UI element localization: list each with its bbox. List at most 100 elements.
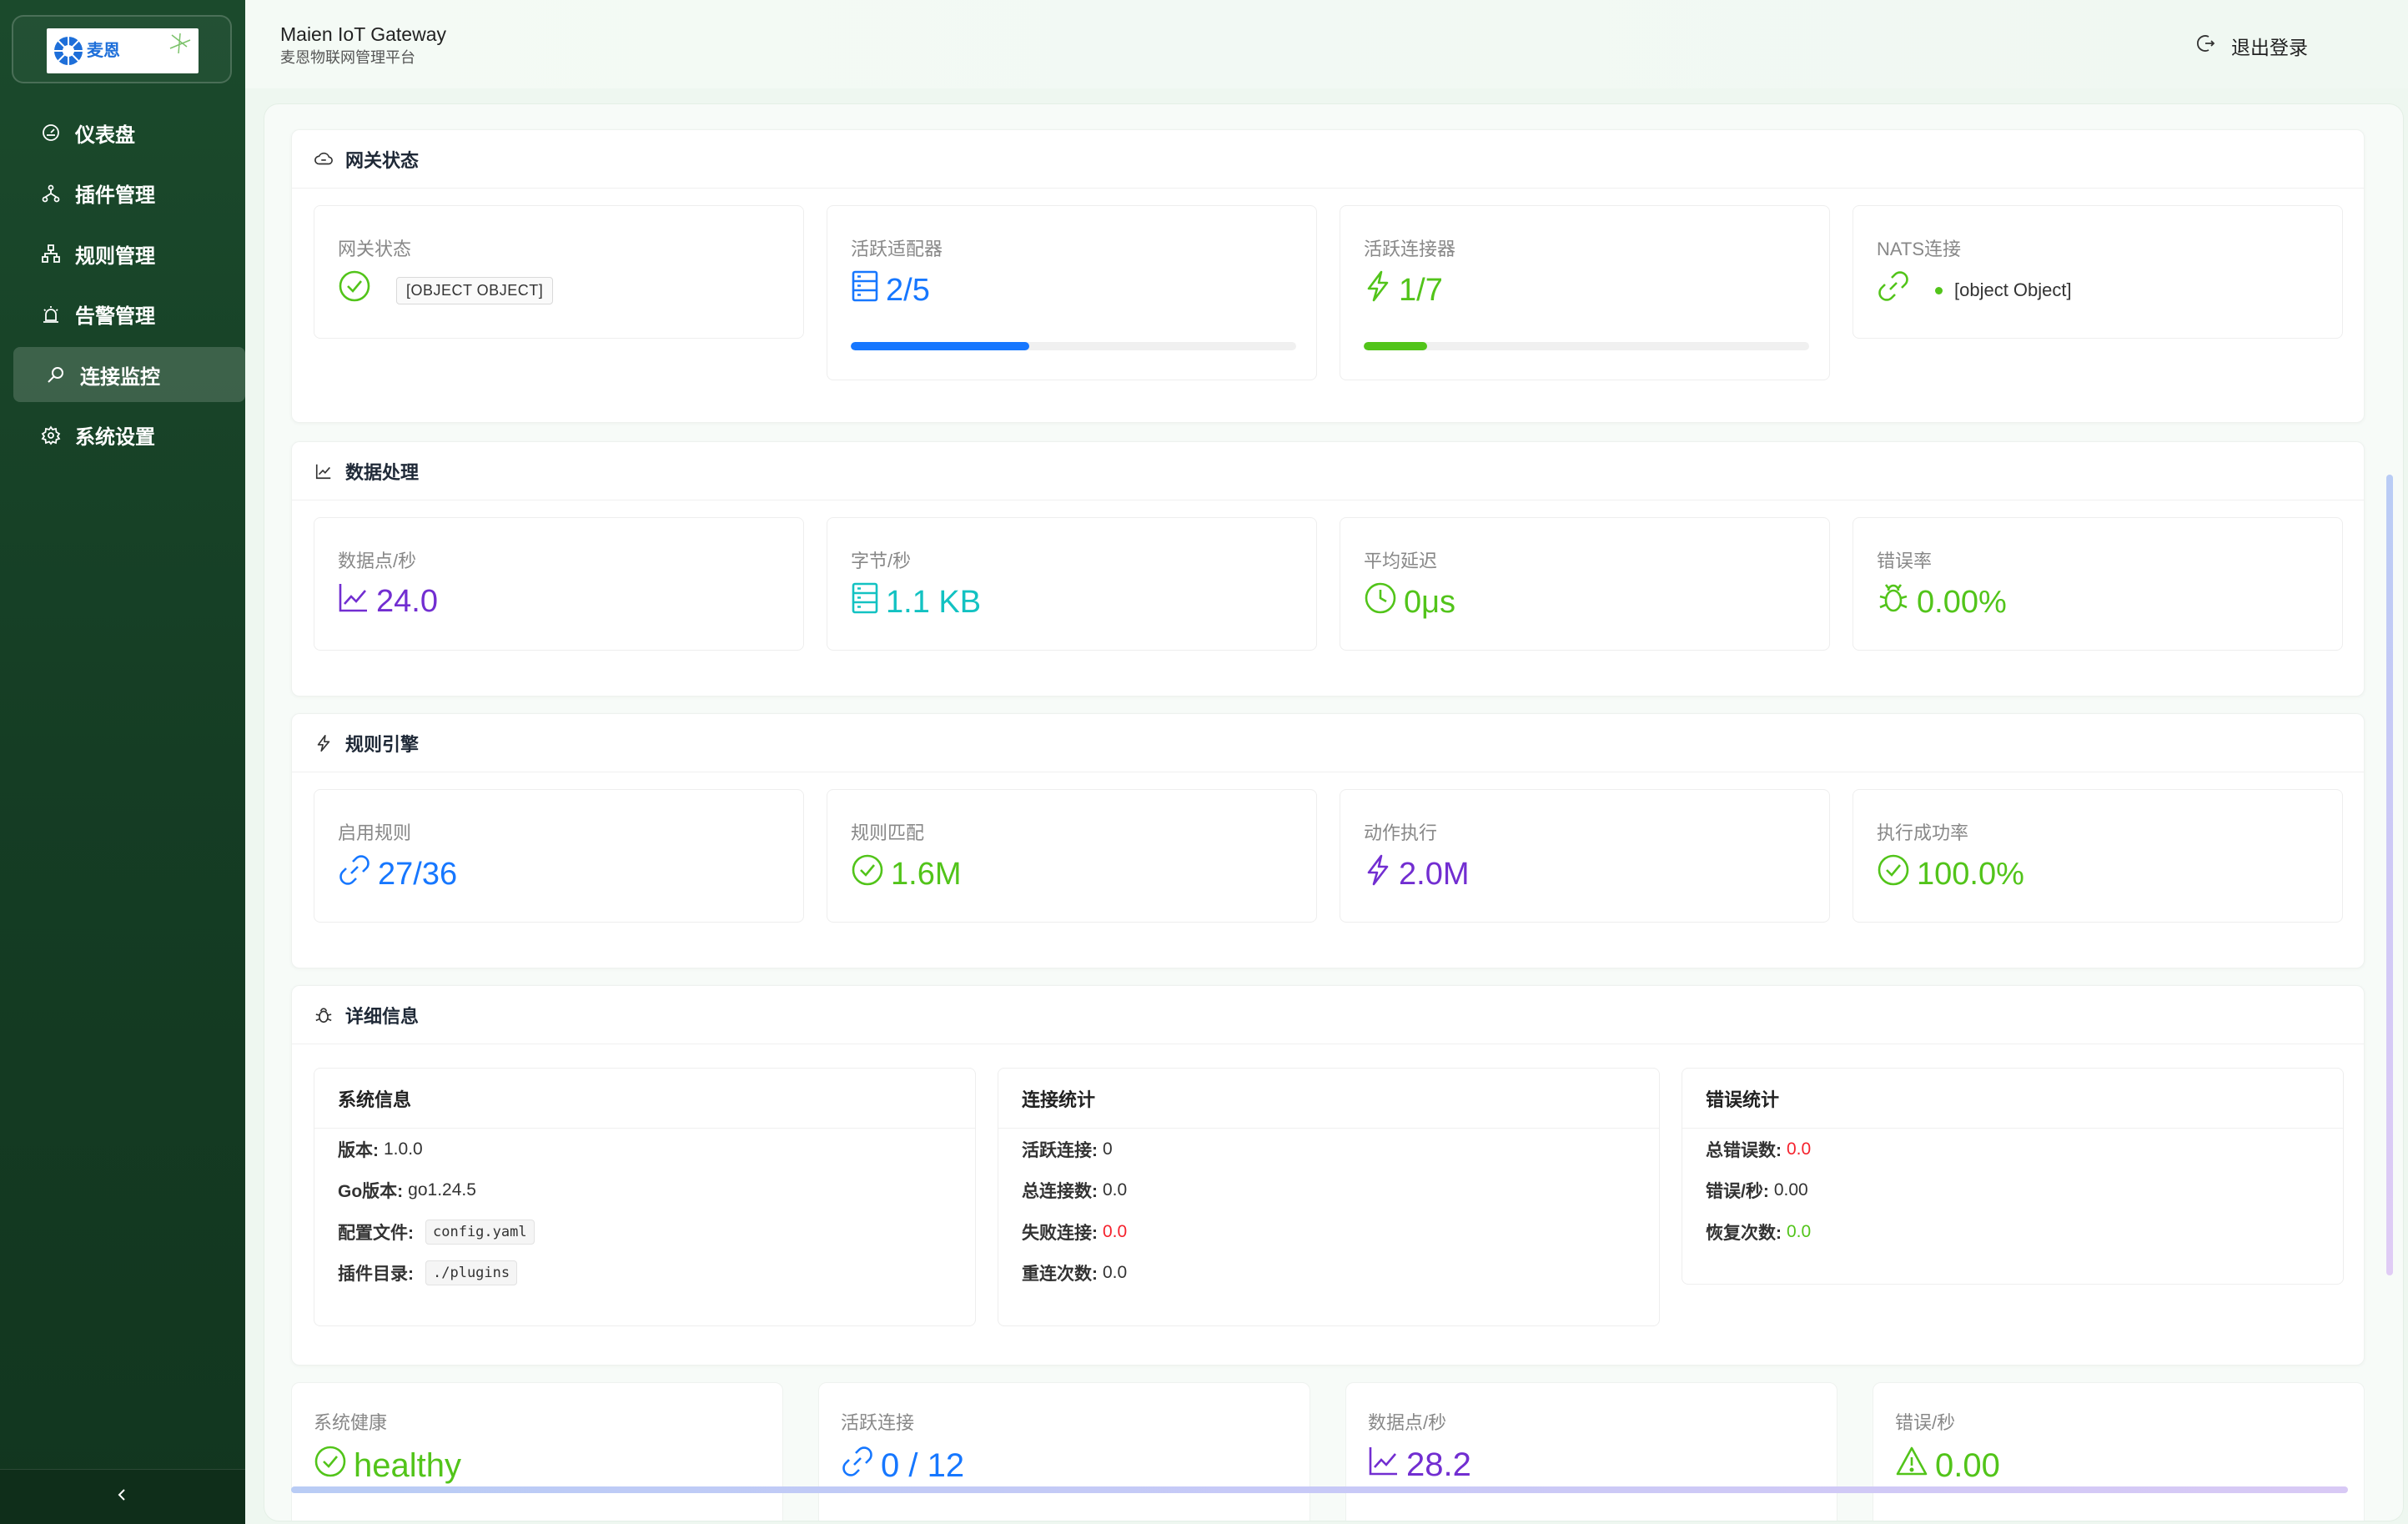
progress-fill [1364, 342, 1427, 350]
brand-logo: 麦恩 [47, 28, 199, 73]
stat-number: 24.0 [376, 583, 438, 619]
sidebar-item-settings[interactable]: 系统设置 [13, 408, 245, 463]
stat-label: 活跃适配器 [851, 239, 943, 259]
dashboard-icon [40, 122, 62, 143]
stat-datapoints-per-sec: 数据点/秒 24.0 [314, 517, 804, 651]
sidebar-item-label: 告警管理 [75, 305, 155, 328]
total-connections-row: 总连接数: 0.0 [1022, 1180, 1128, 1202]
horizontal-scrollbar[interactable] [291, 1486, 2348, 1493]
stat-label: 数据点/秒 [338, 551, 417, 571]
stat-nats-connection: NATS连接 [object Object] [1853, 205, 2343, 339]
thunderbolt-icon [314, 733, 334, 753]
app-subtitle: 麦恩物联网管理平台 [280, 49, 415, 66]
stat-value: 1.1 KB [851, 581, 981, 623]
stat-avg-latency: 平均延迟 0μs [1340, 517, 1830, 651]
sidebar-item-rules[interactable]: 规则管理 [13, 226, 245, 281]
logo-text: 麦恩 [87, 42, 120, 60]
sidebar-item-alerts[interactable]: 告警管理 [13, 287, 245, 342]
stat-label: 动作执行 [1364, 822, 1438, 843]
line-chart-icon [314, 461, 334, 481]
stat-number: 1/7 [1399, 272, 1443, 308]
stat-value: 2/5 [851, 269, 930, 311]
sidebar-item-label: 系统设置 [75, 426, 155, 449]
go-version-value: go1.24.5 [408, 1180, 476, 1200]
stat-number: 27/36 [378, 856, 458, 892]
sidebar-item-label: 插件管理 [75, 184, 155, 207]
bug-icon [1877, 581, 1917, 623]
sidebar-collapse-button[interactable] [0, 1469, 245, 1524]
sidebar-item-label: 连接监控 [80, 365, 160, 389]
stat-label: 活跃连接器 [1364, 239, 1456, 259]
stat-value: 0.00 [1895, 1445, 2000, 1486]
stat-active-adapters: 活跃适配器 2/5 [827, 205, 1317, 380]
panel-title: 系统信息 [314, 1069, 975, 1129]
sidebar-item-label: 仪表盘 [75, 123, 135, 147]
error-stats-panel: 错误统计 总错误数: 0.0 错误/秒: 0.00 恢复次数: 0.0 [1682, 1068, 2344, 1285]
connection-stats-panel: 连接统计 活跃连接: 0 总连接数: 0.0 失败连接: 0.0 重连次数: 0.0 [998, 1068, 1660, 1326]
monitor-search-icon [45, 364, 67, 385]
link-icon [338, 853, 378, 895]
stat-active-connectors: 活跃连接器 1/7 [1340, 205, 1830, 380]
check-circle-icon [1877, 853, 1917, 895]
summary-datapoints-per-sec: 数据点/秒 28.2 [1345, 1382, 1837, 1521]
panel-title: 连接统计 [998, 1069, 1659, 1129]
logout-button[interactable]: 退出登录 [2196, 32, 2308, 60]
stat-label: 系统健康 [314, 1412, 388, 1433]
plugin-dir-row: 插件目录: ./plugins [314, 1253, 975, 1295]
stat-value: 24.0 [338, 581, 438, 621]
recovery-count-row: 恢复次数: 0.0 [1706, 1221, 1812, 1243]
connectors-progress-bar [1364, 342, 1809, 350]
total-errors-row: 总错误数: 0.0 [1706, 1139, 1812, 1160]
active-connections-row: 活跃连接: 0 [1022, 1139, 1113, 1160]
check-circle-icon [314, 1445, 354, 1486]
logo-container[interactable]: 麦恩 [12, 15, 232, 83]
nats-status-text: [object Object] [1954, 279, 2072, 300]
sidebar-item-dashboard[interactable]: 仪表盘 [13, 105, 245, 160]
stat-number: 1.1 KB [886, 584, 982, 620]
summary-system-health: 系统健康 healthy [291, 1382, 783, 1521]
adapters-progress-bar [851, 342, 1296, 350]
failed-connections-value: 0.0 [1103, 1221, 1128, 1241]
logout-icon [2196, 33, 2231, 58]
stat-bytes-per-sec: 字节/秒 1.1 KB [827, 517, 1317, 651]
data-processing-card: 数据处理 数据点/秒 24.0 字节/秒 1.1 KB 平均延迟 0μs 错误率… [291, 441, 2365, 697]
line-chart-icon [1368, 1445, 1406, 1485]
thunderbolt-icon [1364, 269, 1399, 311]
card-header: 数据处理 [292, 442, 2364, 500]
errors-per-sec-value: 0.00 [1773, 1180, 1808, 1200]
vertical-scrollbar[interactable] [2386, 475, 2393, 1275]
thunderbolt-icon [1364, 853, 1399, 895]
chevron-left-icon [115, 1487, 130, 1506]
cloud-server-icon [314, 149, 334, 169]
top-header: Maien IoT Gateway 麦恩物联网管理平台 退出登录 [245, 0, 2408, 88]
status-dot [1935, 286, 1943, 294]
reconnect-count-value: 0.0 [1103, 1263, 1128, 1283]
stat-error-rate: 错误率 0.00% [1853, 517, 2343, 651]
stat-value: 0μs [1364, 581, 1455, 623]
sidebar-item-connection-monitor[interactable]: 连接监控 [13, 347, 245, 402]
failed-connections-row: 失败连接: 0.0 [1022, 1221, 1128, 1243]
gateway-status-card: 网关状态 网关状态 [OBJECT OBJECT] 活跃适配器 2/5 活跃连接… [291, 129, 2365, 423]
card-header: 网关状态 [292, 130, 2364, 189]
bug-icon [314, 1005, 334, 1025]
warning-icon [1895, 1445, 1935, 1486]
stat-value: 2.0M [1364, 853, 1469, 895]
main-content: 网关状态 网关状态 [OBJECT OBJECT] 活跃适配器 2/5 活跃连接… [264, 103, 2404, 1521]
status-tag: [OBJECT OBJECT] [396, 276, 554, 304]
sidebar-menu: 仪表盘 插件管理 规则管理 告警管理 连接监控 系统设置 [13, 105, 245, 468]
alert-icon [40, 304, 62, 325]
sidebar-item-label: 规则管理 [75, 244, 155, 268]
total-errors-value: 0.0 [1787, 1139, 1812, 1159]
go-version-row: Go版本: go1.24.5 [338, 1180, 476, 1202]
stat-label: 网关状态 [338, 239, 412, 259]
stat-value: healthy [314, 1445, 461, 1486]
stat-gateway-status: 网关状态 [OBJECT OBJECT] [314, 205, 804, 339]
reconnect-count-row: 重连次数: 0.0 [1022, 1263, 1128, 1285]
stat-number: 0μs [1404, 584, 1456, 620]
stat-label: 数据点/秒 [1368, 1412, 1447, 1433]
stat-number: 1.6M [891, 856, 962, 892]
check-circle-icon [851, 853, 891, 895]
check-circle-icon [338, 269, 378, 311]
sidebar-item-plugins[interactable]: 插件管理 [13, 166, 245, 221]
config-file-row: 配置文件: config.yaml [314, 1211, 975, 1253]
